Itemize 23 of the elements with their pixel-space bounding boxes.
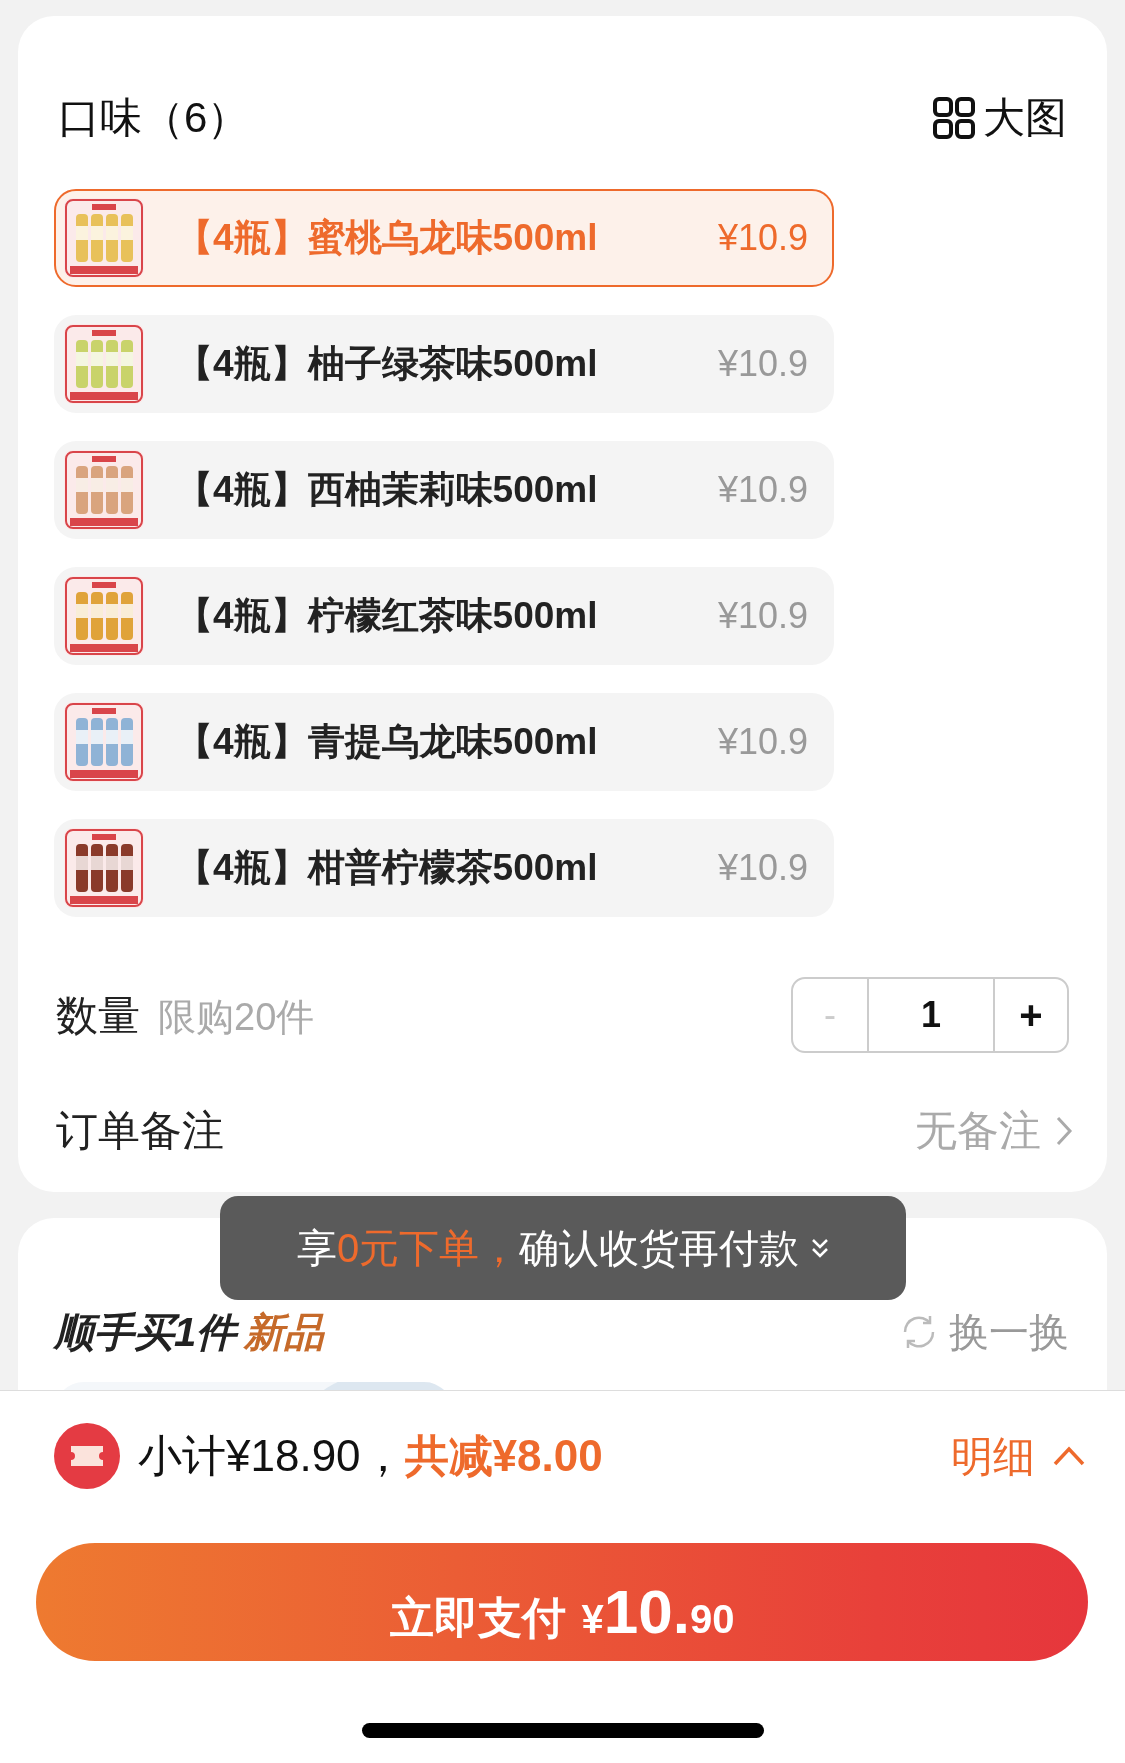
chevron-up-icon — [1053, 1446, 1085, 1466]
chevron-right-icon — [1055, 1114, 1073, 1147]
order-note-label: 订单备注 — [56, 1106, 224, 1156]
discount-total: 共减¥8.00 — [404, 1430, 603, 1482]
increase-button[interactable]: + — [995, 979, 1067, 1051]
subtotal: 小计¥18.90， — [138, 1430, 405, 1482]
quantity-label: 数量 — [56, 990, 140, 1041]
coupon-icon — [54, 1423, 120, 1489]
flavor-option[interactable]: 【4瓶】西柚茉莉味500ml ¥10.9 — [54, 441, 834, 539]
flavor-option[interactable]: 【4瓶】柑普柠檬茶500ml ¥10.9 — [54, 819, 834, 917]
large-view-toggle[interactable]: 大图 — [933, 86, 1067, 149]
flavor-option[interactable]: 【4瓶】柚子绿茶味500ml ¥10.9 — [54, 315, 834, 413]
quantity-value[interactable]: 1 — [867, 979, 995, 1051]
new-tag: 新品 — [244, 1302, 325, 1362]
pay-now-button[interactable]: 立即支付 ¥10.90 — [36, 1543, 1088, 1661]
grid-icon — [933, 96, 975, 139]
flavor-option[interactable]: 【4瓶】柠檬红茶味500ml ¥10.9 — [54, 567, 834, 665]
recommend-title: 顺手买1件 — [54, 1309, 237, 1356]
toast-text: 享0元下单，确认收货再付款 — [296, 1225, 800, 1272]
purchase-limit: 限购20件 — [158, 994, 315, 1040]
flavor-option[interactable]: 【4瓶】青提乌龙味500ml ¥10.9 — [54, 693, 834, 791]
section-title: 口味（6） — [58, 93, 250, 143]
double-chevron-down-icon — [811, 1237, 830, 1259]
